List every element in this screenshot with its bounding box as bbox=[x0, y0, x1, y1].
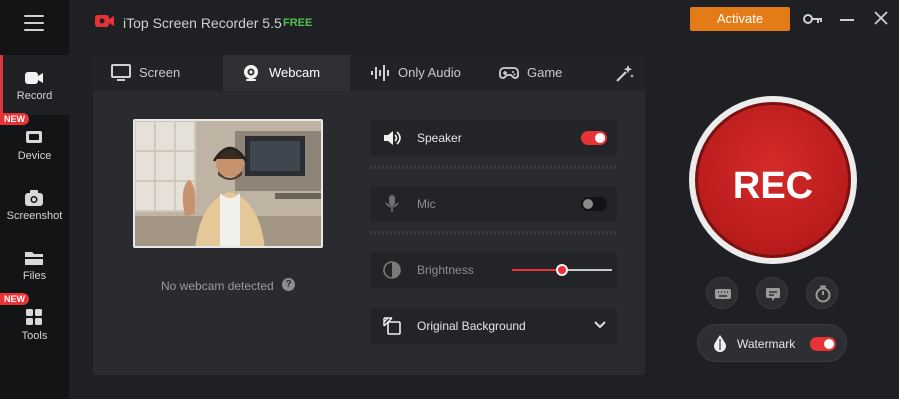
brightness-slider-fill bbox=[512, 269, 562, 271]
sidebar-item-label: Device bbox=[17, 150, 52, 162]
mic-toggle[interactable] bbox=[581, 197, 607, 211]
camera-icon bbox=[25, 190, 43, 206]
speaker-label: Speaker bbox=[417, 131, 462, 145]
watermark-toggle[interactable] bbox=[810, 337, 836, 351]
speaker-icon bbox=[384, 131, 401, 145]
tab-label: Only Audio bbox=[398, 65, 461, 80]
water-drop-icon bbox=[714, 335, 726, 352]
record-icon bbox=[25, 72, 43, 84]
tab-label: Screen bbox=[139, 65, 181, 80]
brightness-slider-handle[interactable] bbox=[556, 264, 568, 276]
app-window: Record NEW Device Screenshot Files NEW T… bbox=[0, 0, 899, 399]
close-icon[interactable] bbox=[874, 11, 888, 25]
sidebar-item-label: Tools bbox=[21, 330, 48, 342]
speaker-level-meter bbox=[370, 165, 617, 169]
mode-tabs: Screen Webcam Only Audio Game bbox=[93, 55, 645, 91]
waveform-icon bbox=[371, 65, 389, 81]
background-label: Original Background bbox=[417, 319, 526, 333]
brightness-icon bbox=[383, 261, 401, 279]
background-row[interactable]: Original Background bbox=[370, 308, 617, 344]
key-icon[interactable] bbox=[803, 13, 823, 25]
webcam-status-text: No webcam detected bbox=[161, 279, 274, 293]
subtitle-button[interactable] bbox=[756, 277, 788, 309]
new-badge: NEW bbox=[0, 113, 29, 125]
watermark-control: Watermark bbox=[697, 324, 847, 362]
title-bar: iTop Screen Recorder 5.5 FREE Activate bbox=[69, 0, 899, 40]
speaker-row: Speaker bbox=[370, 120, 617, 156]
rec-label: REC bbox=[732, 165, 814, 207]
activate-button[interactable]: Activate bbox=[690, 7, 790, 31]
sidebar: Record NEW Device Screenshot Files NEW T… bbox=[0, 0, 69, 399]
rec-button-face: REC bbox=[695, 102, 851, 258]
webcam-preview-image bbox=[135, 121, 321, 246]
monitor-icon bbox=[111, 64, 131, 81]
keyboard-icon bbox=[715, 289, 731, 299]
sidebar-item-device[interactable]: NEW Device bbox=[0, 113, 69, 175]
magic-sparkle-icon[interactable] bbox=[615, 63, 635, 83]
edition-badge: FREE bbox=[283, 17, 313, 29]
chevron-down-icon[interactable] bbox=[593, 320, 607, 330]
app-title: iTop Screen Recorder 5.5 bbox=[123, 15, 282, 31]
brightness-row: Brightness bbox=[370, 252, 617, 288]
background-icon bbox=[383, 317, 401, 335]
sidebar-item-label: Files bbox=[22, 270, 47, 282]
tab-webcam[interactable]: Webcam bbox=[223, 55, 350, 91]
help-icon[interactable]: ? bbox=[282, 278, 295, 291]
brightness-label: Brightness bbox=[417, 263, 474, 277]
webcam-preview bbox=[133, 119, 323, 248]
microphone-icon bbox=[385, 195, 399, 212]
webcam-icon bbox=[244, 65, 258, 81]
sidebar-item-screenshot[interactable]: Screenshot bbox=[0, 175, 69, 235]
tab-screen[interactable]: Screen bbox=[93, 55, 221, 91]
mic-row: Mic bbox=[370, 186, 617, 222]
folder-icon bbox=[25, 252, 43, 265]
rec-button[interactable]: REC bbox=[689, 96, 857, 264]
gamepad-icon bbox=[499, 67, 519, 79]
new-badge: NEW bbox=[0, 293, 29, 305]
mic-level-meter bbox=[370, 231, 617, 235]
device-icon bbox=[26, 131, 42, 143]
sidebar-item-files[interactable]: Files bbox=[0, 235, 69, 295]
brightness-slider[interactable] bbox=[512, 264, 612, 276]
sidebar-item-label: Record bbox=[16, 90, 53, 102]
timer-button[interactable] bbox=[806, 277, 838, 309]
hotkey-button[interactable] bbox=[706, 277, 738, 309]
speaker-toggle[interactable] bbox=[581, 131, 607, 145]
sidebar-item-record[interactable]: Record bbox=[0, 55, 69, 115]
tab-label: Webcam bbox=[269, 65, 321, 80]
main-panel: Screen Webcam Only Audio Game No webcam … bbox=[93, 55, 645, 375]
caption-icon bbox=[766, 288, 780, 301]
tools-icon bbox=[26, 309, 42, 325]
sidebar-item-tools[interactable]: NEW Tools bbox=[0, 293, 69, 355]
menu-icon[interactable] bbox=[24, 15, 44, 31]
minimize-icon[interactable] bbox=[840, 19, 854, 21]
tab-game[interactable]: Game bbox=[481, 55, 601, 91]
timer-icon bbox=[815, 285, 831, 303]
tab-only-audio[interactable]: Only Audio bbox=[352, 55, 480, 91]
mic-label: Mic bbox=[417, 197, 436, 211]
tab-label: Game bbox=[527, 65, 563, 80]
sidebar-item-label: Screenshot bbox=[6, 210, 63, 222]
watermark-label: Watermark bbox=[737, 337, 796, 351]
app-logo-icon bbox=[95, 15, 114, 27]
